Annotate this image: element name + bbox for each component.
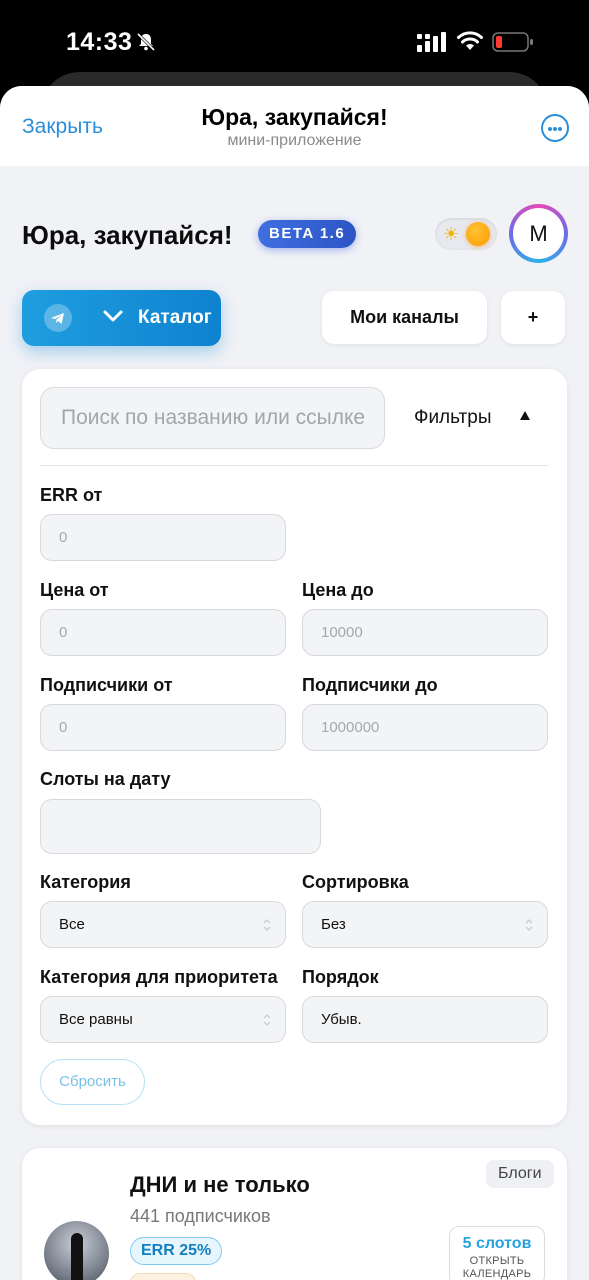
bell-muted-icon	[136, 32, 156, 52]
price-to-label: Цена до	[302, 580, 374, 600]
status-time: 14:33	[66, 28, 133, 56]
priority-category-label: Категория для приоритета	[40, 967, 278, 987]
priority-category-value: Все равны	[59, 1011, 133, 1028]
channel-tag	[130, 1273, 196, 1280]
theme-toggle[interactable]: ☀	[435, 218, 497, 250]
search-input[interactable]: Поиск по названию или ссылке	[40, 387, 385, 449]
my-channels-button[interactable]: Мои каналы	[322, 291, 487, 344]
app-title: Юра, закупайся!	[22, 220, 233, 250]
reset-button[interactable]: Сбросить	[40, 1059, 145, 1105]
channel-card[interactable]: ДНИ и не только 441 подписчиков ERR 25% …	[22, 1148, 567, 1280]
err-badge: ERR 25%	[130, 1237, 223, 1265]
channel-subscribers: 441 подписчиков	[130, 1206, 271, 1226]
beta-badge: BETA 1.6	[258, 220, 357, 248]
channel-avatar	[44, 1221, 109, 1280]
profile-avatar[interactable]: M	[509, 204, 568, 263]
telegram-header: Закрыть Юра, закупайся! мини-приложение	[0, 86, 589, 166]
category-select[interactable]: Все	[40, 901, 286, 948]
category-label: Категория	[40, 872, 131, 892]
triangle-up-icon[interactable]	[519, 410, 531, 422]
wifi-icon	[457, 31, 483, 50]
more-options-icon[interactable]	[541, 114, 569, 142]
channel-name: ДНИ и не только	[130, 1172, 310, 1197]
battery-low-icon	[492, 32, 533, 52]
catalog-button[interactable]: Каталог	[22, 290, 221, 346]
slots-calendar-button[interactable]: 5 слотов ОТКРЫТЬ КАЛЕНДАРЬ	[449, 1226, 545, 1280]
price-from-label: Цена от	[40, 580, 109, 600]
select-arrows-icon	[525, 919, 533, 931]
slots-date-input[interactable]	[40, 799, 321, 854]
sort-value: Без	[321, 916, 346, 933]
slots-count: 5 слотов	[462, 1235, 532, 1252]
category-value: Все	[59, 916, 85, 933]
err-from-input[interactable]: 0	[40, 514, 286, 561]
sort-select[interactable]: Без	[302, 901, 548, 948]
priority-category-select[interactable]: Все равны	[40, 996, 286, 1043]
category-badge: Блоги	[486, 1160, 554, 1188]
mini-app-subtitle: мини-приложение	[227, 132, 362, 149]
telegram-icon	[44, 304, 72, 332]
sort-label: Сортировка	[302, 872, 409, 892]
mini-app-title: Юра, закупайся!	[201, 104, 388, 130]
toggle-knob	[466, 222, 490, 246]
price-from-input[interactable]: 0	[40, 609, 286, 656]
avatar-letter: M	[513, 208, 564, 259]
select-arrows-icon	[263, 1014, 271, 1026]
sun-icon: ☀	[443, 224, 460, 244]
err-from-label: ERR от	[40, 485, 103, 505]
divider	[40, 465, 548, 466]
price-to-input[interactable]: 10000	[302, 609, 548, 656]
subs-to-input[interactable]: 1000000	[302, 704, 548, 751]
open-calendar-label: ОТКРЫТЬ КАЛЕНДАРЬ	[462, 1255, 532, 1280]
order-value: Убыв.	[321, 1011, 362, 1028]
filters-toggle[interactable]: Фильтры	[414, 407, 491, 429]
order-label: Порядок	[302, 967, 379, 987]
mini-app-sheet: Закрыть Юра, закупайся! мини-приложение …	[0, 86, 589, 1280]
filters-card: Поиск по названию или ссылке Фильтры ERR…	[22, 369, 567, 1125]
select-arrows-icon	[263, 919, 271, 931]
subs-to-label: Подписчики до	[302, 675, 438, 695]
subs-from-label: Подписчики от	[40, 675, 173, 695]
order-select[interactable]: Убыв.	[302, 996, 548, 1043]
catalog-label: Каталог	[138, 307, 212, 328]
cellular-signal-icon	[417, 32, 446, 52]
chevron-down-icon	[103, 310, 123, 322]
subs-from-input[interactable]: 0	[40, 704, 286, 751]
slots-date-label: Слоты на дату	[40, 769, 171, 789]
add-button[interactable]: +	[501, 291, 565, 344]
